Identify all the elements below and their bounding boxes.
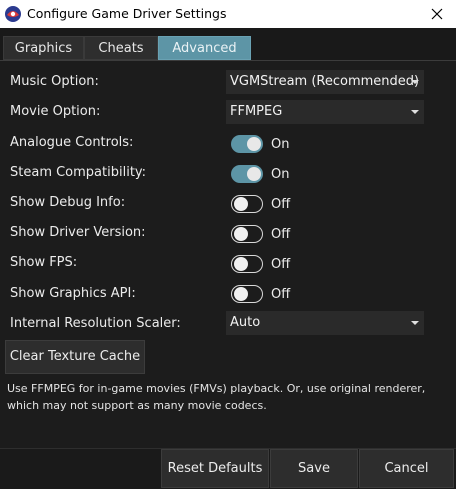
save-button[interactable]: Save xyxy=(270,449,358,488)
show-debug-info-state: Off xyxy=(271,197,291,212)
toggle-knob xyxy=(247,167,261,181)
internal-resolution-label: Internal Resolution Scaler: xyxy=(10,316,181,331)
chevron-down-icon xyxy=(411,110,419,114)
app-logo-icon xyxy=(5,6,21,22)
cancel-button[interactable]: Cancel xyxy=(359,449,454,488)
show-graphics-api-label: Show Graphics API: xyxy=(10,286,136,301)
steam-compatibility-label: Steam Compatibility: xyxy=(10,165,147,180)
music-option-label: Music Option: xyxy=(10,74,99,89)
analogue-controls-toggle[interactable] xyxy=(231,135,263,153)
movie-option-select[interactable]: FFMPEG xyxy=(226,100,424,124)
tab-cheats[interactable]: Cheats xyxy=(84,36,158,60)
clear-texture-cache-button[interactable]: Clear Texture Cache xyxy=(5,340,145,374)
window-title: Configure Game Driver Settings xyxy=(27,6,227,21)
show-graphics-api-toggle[interactable] xyxy=(231,285,263,303)
analogue-controls-label: Analogue Controls: xyxy=(10,135,134,150)
tab-advanced[interactable]: Advanced xyxy=(158,36,251,60)
show-graphics-api-state: Off xyxy=(271,287,291,302)
show-debug-info-toggle[interactable] xyxy=(231,195,263,213)
close-icon xyxy=(431,8,443,20)
option-help-text: Use FFMPEG for in-game movies (FMVs) pla… xyxy=(7,382,426,412)
music-option-select[interactable]: VGMStream (Recommended) xyxy=(226,70,424,94)
toggle-knob xyxy=(233,286,248,301)
movie-option-label: Movie Option: xyxy=(10,104,101,119)
music-option-value: VGMStream (Recommended) xyxy=(230,74,420,89)
analogue-controls-state: On xyxy=(271,137,290,152)
show-driver-version-state: Off xyxy=(271,227,291,242)
toggle-knob xyxy=(233,256,248,271)
steam-compatibility-state: On xyxy=(271,167,290,182)
toggle-knob xyxy=(247,137,261,151)
toggle-knob xyxy=(233,226,248,241)
title-bar: Configure Game Driver Settings xyxy=(0,0,456,28)
show-driver-version-label: Show Driver Version: xyxy=(10,225,146,240)
show-debug-info-label: Show Debug Info: xyxy=(10,195,126,210)
advanced-settings-panel: Music Option: VGMStream (Recommended) Mo… xyxy=(0,60,456,449)
show-fps-toggle[interactable] xyxy=(231,255,263,273)
show-fps-label: Show FPS: xyxy=(10,255,78,270)
chevron-down-icon xyxy=(411,80,419,84)
close-button[interactable] xyxy=(418,0,456,28)
chevron-down-icon xyxy=(411,321,419,325)
dialog-footer: Reset Defaults Save Cancel xyxy=(0,448,456,489)
internal-resolution-value: Auto xyxy=(230,315,261,330)
show-fps-state: Off xyxy=(271,257,291,272)
movie-option-value: FFMPEG xyxy=(230,104,283,119)
internal-resolution-select[interactable]: Auto xyxy=(226,311,424,335)
reset-defaults-button[interactable]: Reset Defaults xyxy=(161,449,269,488)
toggle-knob xyxy=(233,196,248,211)
tab-graphics[interactable]: Graphics xyxy=(3,36,84,60)
show-driver-version-toggle[interactable] xyxy=(231,225,263,243)
steam-compatibility-toggle[interactable] xyxy=(231,165,263,183)
